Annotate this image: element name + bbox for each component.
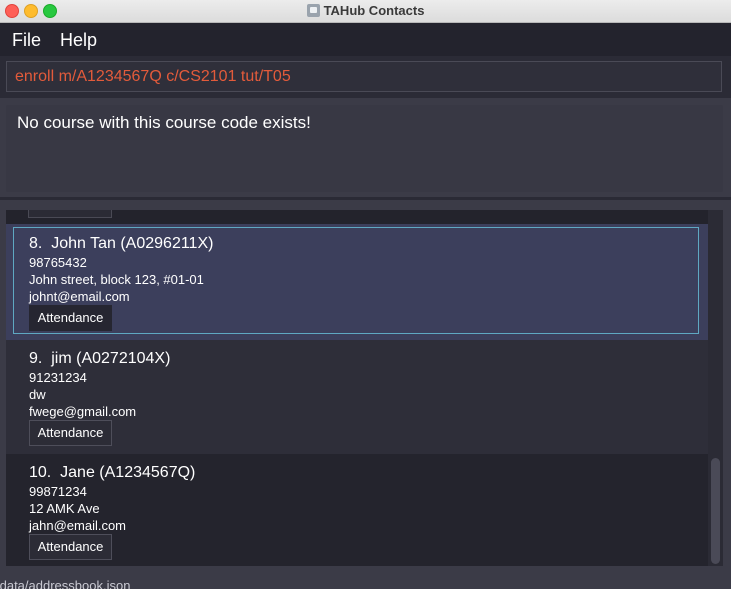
person-email: fwege@gmail.com — [29, 404, 137, 419]
menu-help[interactable]: Help — [60, 30, 97, 51]
person-matric: (A0296211X) — [120, 235, 214, 252]
divider — [0, 197, 731, 200]
window-title-group: TAHub Contacts — [0, 3, 731, 18]
list-scrollbar[interactable] — [708, 210, 723, 566]
person-index: 8. — [29, 235, 43, 252]
result-display: No course with this course code exists! — [6, 105, 723, 192]
person-address: John street, block 123, #01-01 — [29, 272, 204, 287]
person-address: 12 AMK Ave — [29, 501, 100, 516]
person-list[interactable]: 8. John Tan (A0296211X) 98765432 John st… — [6, 210, 708, 566]
menu-file[interactable]: File — [12, 30, 41, 51]
window-title: TAHub Contacts — [323, 3, 425, 18]
person-phone: 98765432 — [29, 255, 87, 270]
person-name: John Tan — [51, 235, 116, 252]
person-matric: (A0272104X) — [76, 350, 171, 367]
attendance-button[interactable] — [28, 210, 112, 218]
person-email: jahn@email.com — [29, 518, 127, 533]
person-index: 9. — [29, 350, 43, 367]
menu-bar: File Help — [0, 23, 731, 56]
person-name-line: 10. Jane (A1234567Q) — [29, 464, 195, 482]
person-name: Jane — [60, 464, 95, 481]
attendance-button[interactable]: Attendance — [29, 534, 112, 560]
person-name-line: 9. jim (A0272104X) — [29, 350, 170, 368]
person-name: jim — [51, 350, 72, 367]
person-index: 10. — [29, 464, 52, 481]
status-bar: /data/addressbook.json — [0, 578, 731, 589]
attendance-button[interactable]: Attendance — [29, 305, 112, 331]
person-card[interactable]: 9. jim (A0272104X) 91231234 dw fwege@gma… — [6, 340, 708, 454]
person-card[interactable]: 10. Jane (A1234567Q) 99871234 12 AMK Ave… — [6, 454, 708, 566]
person-matric: (A1234567Q) — [99, 464, 196, 481]
person-card[interactable]: 8. John Tan (A0296211X) 98765432 John st… — [6, 224, 708, 340]
attendance-button[interactable]: Attendance — [29, 420, 112, 446]
contacts-app-icon — [306, 4, 320, 17]
person-name-line: 8. John Tan (A0296211X) — [29, 235, 213, 253]
save-location: /data/addressbook.json — [0, 578, 131, 589]
person-phone: 99871234 — [29, 484, 87, 499]
result-message: No course with this course code exists! — [17, 113, 311, 132]
command-input[interactable] — [6, 61, 722, 92]
person-phone: 91231234 — [29, 370, 87, 385]
title-bar: TAHub Contacts — [0, 0, 731, 23]
person-email: johnt@email.com — [29, 289, 130, 304]
scrollbar-thumb[interactable] — [711, 458, 720, 564]
person-address: dw — [29, 387, 46, 402]
